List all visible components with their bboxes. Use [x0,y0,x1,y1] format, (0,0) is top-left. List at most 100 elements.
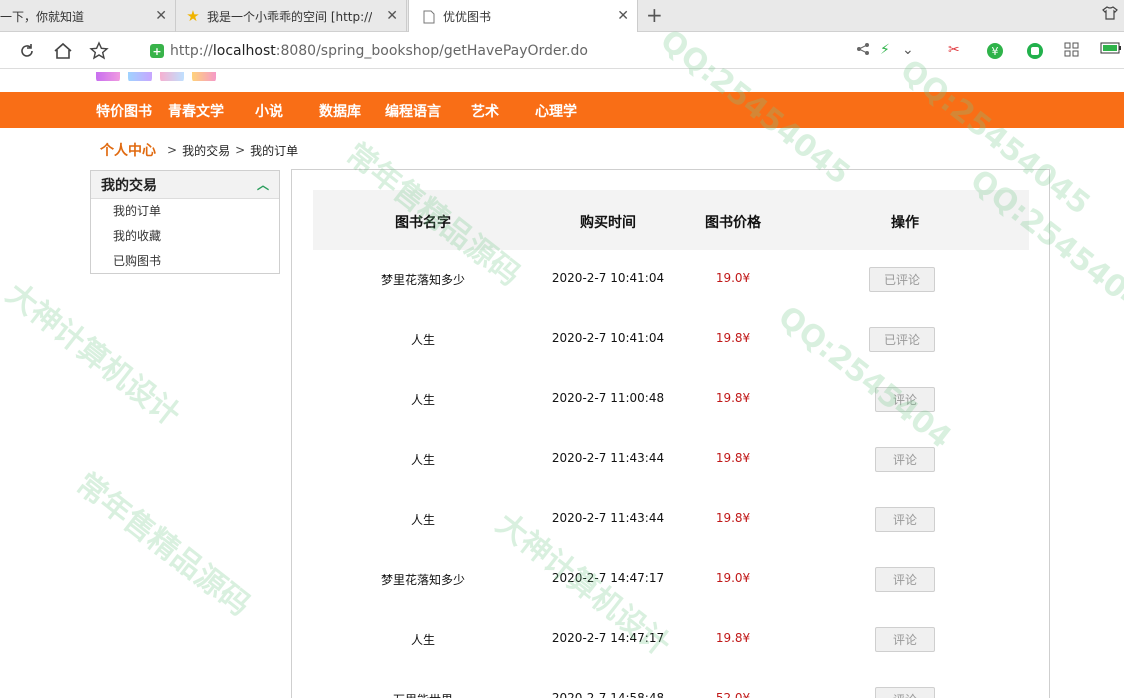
watermark-text: 常年售精品源码 [69,466,257,624]
sidebar: 我的交易 ︿ 我的订单 我的收藏 已购图书 [90,170,280,274]
buy-time-cell: 2020-2-7 11:00:48 [551,391,665,405]
price-cell: 52.0¥ [683,691,783,698]
book-name-cell[interactable]: 梦里花落知多少 [353,271,493,288]
sidebar-item-favorites[interactable]: 我的收藏 [91,224,279,249]
book-name-cell[interactable]: 人生 [353,451,493,468]
lightning-icon[interactable]: ⚡ [880,42,890,58]
buy-time-cell: 2020-2-7 11:43:44 [551,511,665,525]
sidebar-item-my-orders[interactable]: 我的订单 [91,199,279,224]
breadcrumb-home[interactable]: 个人中心 [100,140,156,160]
url-path: :8080/spring_bookshop/getHavePayOrder.do [275,43,588,59]
orders-panel: 图书名字 购买时间 图书价格 操作 梦里花落知多少 2020-2-7 10:41:… [291,169,1050,698]
book-name-cell[interactable]: 人生 [353,391,493,408]
nav-item-youth[interactable]: 青春文学 [168,101,224,121]
chevron-up-icon[interactable]: ︿ [257,176,269,193]
column-header-action: 操作 [891,215,919,231]
price-cell: 19.8¥ [683,451,783,465]
price-cell: 19.8¥ [683,391,783,405]
buy-time-cell: 2020-2-7 10:41:04 [551,331,665,345]
buy-time-cell: 2020-2-7 14:47:17 [551,631,665,645]
chevron-down-icon[interactable]: ⌄ [902,42,914,58]
tab-baidu[interactable]: 一下，你就知道 ✕ [0,0,176,32]
nav-item-specials[interactable]: 特价图书 [96,101,152,121]
secure-shield-icon: + [150,44,164,58]
price-value: 52.0 [715,691,743,698]
review-button[interactable]: 评论 [875,387,935,412]
sidebar-title: 我的交易 [101,177,157,194]
table-row: 人生 2020-2-7 10:41:04 19.8¥ 已评论 [313,310,1029,370]
book-name-cell[interactable]: 人生 [353,331,493,348]
url-field[interactable]: + http://localhost:8080/spring_bookshop/… [150,41,588,61]
currency-symbol: ¥ [742,571,751,585]
tab-title: 优优图书 [443,10,492,24]
home-icon[interactable] [52,40,74,62]
price-cell: 19.0¥ [683,571,783,585]
buy-time-cell: 2020-2-7 14:58:48 [551,691,665,698]
buy-time-cell: 2020-2-7 14:47:17 [551,571,665,585]
table-header: 图书名字 购买时间 图书价格 操作 [313,190,1029,250]
bookmark-star-icon[interactable] [88,40,110,62]
review-button[interactable]: 评论 [875,447,935,472]
tab-active-bookshop[interactable]: 优优图书 ✕ [408,0,638,33]
breadcrumb-level2: 我的订单 [250,143,299,158]
review-button[interactable]: 评论 [875,627,935,652]
scissors-icon[interactable]: ✂ [948,42,960,58]
table-row: 人生 2020-2-7 11:00:48 19.8¥ 评论 [313,370,1029,430]
price-value: 19.8 [715,511,743,525]
price-value: 19.8 [715,451,743,465]
nav-item-psychology[interactable]: 心理学 [535,101,577,121]
sidebar-header[interactable]: 我的交易 ︿ [91,171,279,199]
address-bar: + http://localhost:8080/spring_bookshop/… [0,32,1124,69]
page-icon [421,9,437,25]
nav-item-art[interactable]: 艺术 [471,101,499,121]
price-value: 19.0 [715,271,743,285]
skin-icon[interactable] [1102,6,1118,24]
table-row: 梦里花落知多少 2020-2-7 10:41:04 19.0¥ 已评论 [313,250,1029,310]
currency-symbol: ¥ [742,451,751,465]
buy-time-cell: 2020-2-7 11:43:44 [551,451,665,465]
site-logo[interactable] [96,69,256,81]
book-name-cell[interactable]: 梦里花落知多少 [353,571,493,588]
refresh-icon[interactable] [16,40,38,62]
nav-item-programming[interactable]: 编程语言 [385,101,441,121]
review-button[interactable]: 评论 [875,567,935,592]
new-tab-icon[interactable]: + [646,4,663,26]
breadcrumb-separator: > [167,143,178,157]
share-icon[interactable] [856,42,870,60]
price-cell: 19.8¥ [683,331,783,345]
book-name-cell[interactable]: 万里能世界 [353,691,493,698]
close-tab-icon[interactable]: ✕ [155,8,167,24]
tab-title: 我是一个小乖乖的空间 [http://2 [207,9,372,24]
tab-qzone[interactable]: ★ 我是一个小乖乖的空间 [http://2 ✕ [177,0,407,32]
table-row: 人生 2020-2-7 14:47:17 19.8¥ 评论 [313,610,1029,670]
tab-title: 一下，你就知道 [0,9,85,24]
battery-icon [1100,42,1122,58]
apps-grid-icon[interactable] [1064,42,1080,62]
reviewed-button[interactable]: 已评论 [869,327,935,352]
green-circle-icon[interactable] [1026,42,1044,64]
book-name-cell[interactable]: 人生 [353,511,493,528]
price-cell: 19.8¥ [683,631,783,645]
url-prefix: http:// [170,43,213,59]
breadcrumb-level1[interactable]: 我的交易 [182,142,230,159]
star-icon: ★ [186,7,200,25]
close-tab-icon[interactable]: ✕ [386,8,398,24]
currency-symbol: ¥ [742,391,751,405]
nav-item-database[interactable]: 数据库 [319,101,361,121]
column-header-book-name: 图书名字 [395,215,451,231]
reviewed-button[interactable]: 已评论 [869,267,935,292]
currency-symbol: ¥ [742,271,751,285]
currency-symbol: ¥ [742,691,751,698]
close-tab-icon[interactable]: ✕ [617,8,629,24]
price-value: 19.8 [715,331,743,345]
price-value: 19.0 [715,571,743,585]
review-button[interactable]: 评论 [875,507,935,532]
sidebar-item-bought-books[interactable]: 已购图书 [91,249,279,274]
price-value: 19.8 [715,391,743,405]
book-name-cell[interactable]: 人生 [353,631,493,648]
review-button[interactable]: 评论 [875,687,935,698]
nav-item-novel[interactable]: 小说 [255,101,283,121]
category-nav: 特价图书 青春文学 小说 数据库 编程语言 艺术 心理学 [0,92,1124,128]
money-icon[interactable]: ¥ [986,42,1004,64]
breadcrumb-separator: > [235,143,246,157]
